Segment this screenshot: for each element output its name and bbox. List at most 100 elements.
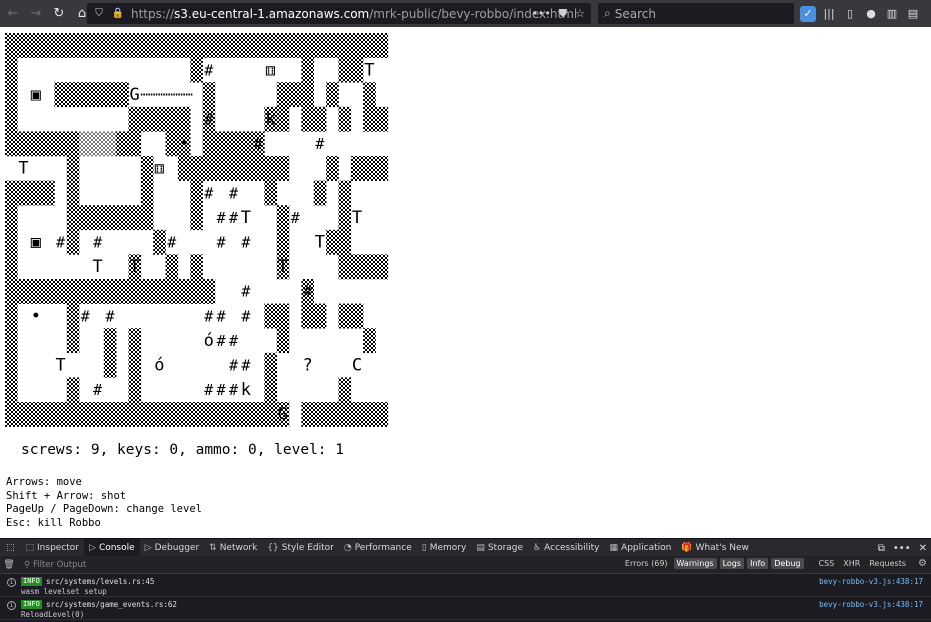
wall-tile (214, 156, 228, 181)
devtools-pick-icon[interactable]: ⬚ (0, 539, 21, 557)
filter-warnings[interactable]: Warnings (673, 558, 717, 569)
library-icon[interactable]: ||| (821, 6, 837, 22)
filter-xhr[interactable]: XHR (840, 558, 863, 569)
shield-icon[interactable]: ⛉ (92, 7, 106, 21)
tree-tile: T (130, 257, 140, 277)
tree-tile: T (352, 208, 362, 228)
filter-debug[interactable]: Debug (771, 558, 804, 569)
extension-icon[interactable]: ✓ (800, 5, 816, 22)
filter-input[interactable]: ⚲ Filter Output (24, 560, 86, 570)
performance-icon: ◔ (343, 542, 352, 553)
wall-tile (5, 279, 18, 304)
wall-tile (5, 180, 18, 206)
console-message[interactable]: i INFO src/systems/game_events.rs:62 Reload… (0, 597, 931, 620)
wall-tile (103, 82, 117, 108)
filter-logs[interactable]: Logs (719, 558, 745, 569)
url-bar[interactable]: ⛉ 🔒 https://s3.eu-central-1.amazonaws.co… (87, 3, 591, 24)
wall-tile (239, 156, 253, 181)
inspector-icon: ⬚ (25, 542, 35, 553)
tab-performance[interactable]: ◔ Performance (339, 539, 417, 557)
log-location[interactable]: bevy-robbo-v3.js:438:17 (819, 577, 923, 586)
screw: # (291, 209, 300, 227)
wall-tile (140, 106, 154, 132)
box-tile: ▣ (31, 233, 42, 253)
wall-tile (153, 402, 166, 427)
filter-css[interactable]: CSS (816, 558, 838, 569)
wall-tile (326, 229, 339, 255)
search-input[interactable]: ⌕ Search (598, 3, 794, 24)
wall-tile (326, 33, 339, 58)
forward-icon[interactable]: → (26, 4, 46, 24)
screw: # (204, 184, 213, 202)
trash-icon[interactable]: 🗑 (0, 560, 18, 570)
tab-accessibility[interactable]: ♿ Accessibility (528, 539, 604, 557)
key-tile: k (265, 110, 275, 130)
log-location[interactable]: bevy-robbo-v3.js:438:17 (819, 600, 923, 609)
wall-tile (177, 156, 191, 181)
screw: # (229, 184, 238, 202)
tab-label: Application (621, 542, 672, 553)
door-tile: ⚅ (154, 159, 164, 179)
wall-tile (54, 33, 68, 58)
reader-icon[interactable]: ▥ (884, 6, 900, 22)
wall-tile (128, 33, 142, 58)
tab-style-editor[interactable]: {} Style Editor (262, 539, 339, 557)
wall-tile (128, 131, 142, 157)
tab-memory[interactable]: ▯ Memory (417, 539, 472, 557)
tab-debugger[interactable]: ▷ Debugger (140, 539, 204, 557)
bookmark-star-icon[interactable]: ☆ (575, 7, 585, 20)
tab-network[interactable]: ⇅ Network (204, 539, 262, 557)
screw: # (204, 61, 213, 79)
pocket-list-icon[interactable]: ▤ (905, 6, 921, 22)
gear-icon[interactable]: ⚙ (918, 558, 927, 569)
wall-tile (153, 33, 166, 58)
wall-tile (42, 180, 55, 206)
wall-tile (54, 131, 68, 157)
tab-console[interactable]: ▷ Console (84, 538, 140, 557)
help-line: Esc: kill Robbo (6, 516, 101, 529)
wall-tile (66, 377, 80, 403)
tab-application[interactable]: ▦ Application (605, 539, 677, 557)
wall-tile (264, 180, 277, 206)
wall-tile (177, 279, 191, 304)
tab-what-s-new[interactable]: 🎁 What's New (676, 539, 754, 557)
lock-icon[interactable]: 🔒 (111, 7, 125, 21)
pocket-icon[interactable]: ⛊ (559, 7, 567, 21)
memory-icon: ▯ (421, 542, 427, 553)
info-icon: i (7, 601, 16, 610)
tab-label: What's New (695, 542, 749, 553)
url-text[interactable]: https://s3.eu-central-1.amazonaws.com/mr… (131, 7, 577, 21)
wall-tile (202, 33, 216, 58)
wall-tile (202, 156, 216, 181)
wall-tile (140, 33, 154, 58)
screw: # (217, 381, 226, 399)
account-icon[interactable]: ● (863, 6, 879, 22)
more-icon[interactable]: ••• (531, 7, 550, 20)
reload-icon[interactable]: ↻ (49, 4, 69, 24)
filter-requests[interactable]: Requests (866, 558, 909, 569)
dock-icon[interactable]: ⧉ (878, 543, 885, 554)
wall-tile (252, 402, 265, 427)
wall-tile (190, 279, 203, 304)
tab-inspector[interactable]: ⬚ Inspector (21, 539, 85, 557)
log-source: src/systems/levels.rs:45 (46, 577, 155, 586)
tab-label: Memory (429, 542, 467, 553)
back-icon[interactable]: ← (3, 4, 23, 24)
filter-errors[interactable]: Errors (69) (622, 558, 671, 569)
log-message: ReloadLevel(0) (21, 610, 85, 619)
tab-storage[interactable]: ▤ Storage (471, 539, 528, 557)
devtools-more-icon[interactable]: ••• (893, 543, 911, 554)
log-level-badge: INFO (21, 577, 42, 586)
wall-tile (153, 106, 166, 132)
sidebar-icon[interactable]: ▯ (842, 6, 858, 22)
wall-tile (338, 254, 352, 280)
filter-info[interactable]: Info (747, 558, 769, 569)
console-filterbar: 🗑 ⚲ Filter Output Errors (69) Warnings Log… (0, 556, 931, 574)
wall-tile (66, 180, 80, 206)
game-board[interactable]: # ⚅ T▣ G# k• # #T ⚅# ## # T # T▣ # # # # # TT T T# #• # # # # #ó # #… (5, 33, 389, 427)
wall-tile (363, 82, 376, 108)
accessibility-icon: ♿ (533, 542, 542, 553)
close-icon[interactable]: ✕ (919, 543, 927, 554)
wall-tile (202, 131, 216, 157)
console-message[interactable]: i INFO src/systems/levels.rs:45 wasm levels… (0, 574, 931, 597)
